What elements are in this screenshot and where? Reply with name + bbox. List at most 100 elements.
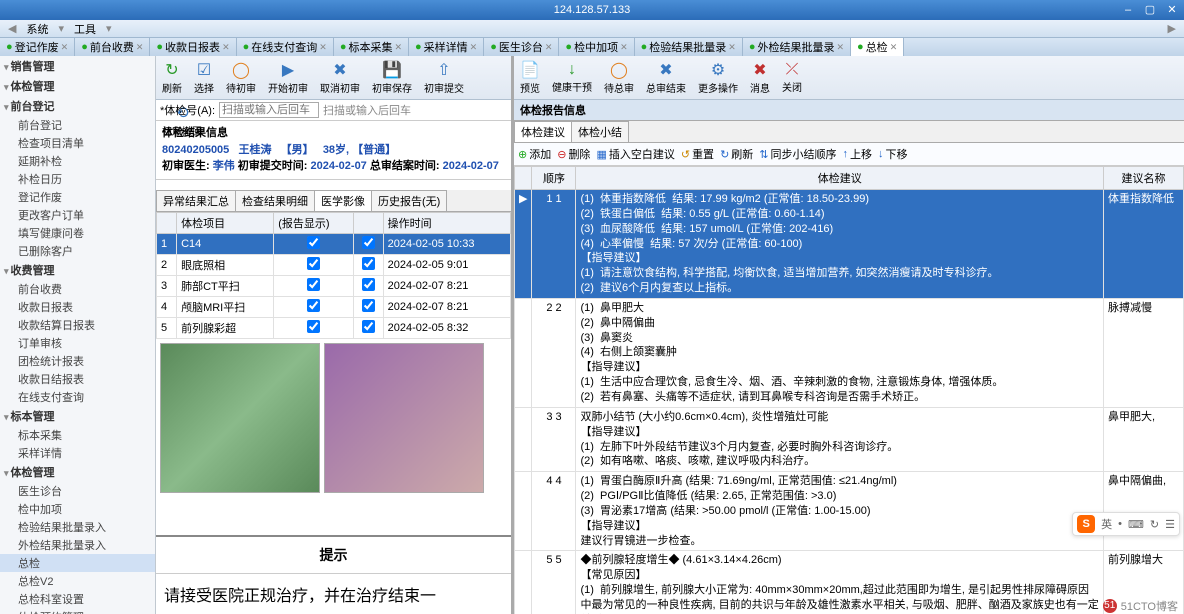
toolbar-预览[interactable]: 📄预览 [516,58,544,97]
center-tab[interactable]: 医学影像 [314,190,372,211]
maximize-button[interactable]: ▢ [1140,0,1160,18]
add-icon: ⊕ [518,148,527,161]
tree-item[interactable]: 延期补检 [0,152,155,170]
tree-item[interactable]: 检查项目清单 [0,134,155,152]
action-down[interactable]: ↓下移 [878,146,908,162]
toolbar-刷新[interactable]: ↻刷新 [158,58,186,97]
report-tab[interactable]: 体检建议 [514,121,572,142]
tree-category[interactable]: 销售管理 [0,56,155,76]
tree-item[interactable]: 订单审核 [0,334,155,352]
recommendation-row[interactable]: ▶1 1(1) 体重指数降低 结果: 17.99 kg/m2 (正常值: 18.… [515,190,1184,299]
tree-item[interactable]: 收款日结报表 [0,370,155,388]
doc-tab[interactable]: ●总检✕ [851,38,904,56]
recommendation-table[interactable]: 顺序体检建议建议名称▶1 1(1) 体重指数降低 结果: 17.99 kg/m2… [514,166,1184,614]
nav-back-icon[interactable]: ◀ [4,22,20,35]
nav-fwd-icon[interactable]: ▶ [1164,22,1180,35]
tree-item[interactable]: 收款日报表 [0,298,155,316]
doc-tab[interactable]: ●收款日报表✕ [150,38,236,56]
action-refresh[interactable]: ↻刷新 [720,146,753,162]
tree-item[interactable]: 检验结果批量录入 [0,518,155,536]
medical-image-1[interactable] [160,343,320,493]
menu-system[interactable]: 系统 [22,21,52,37]
toolbar-开始初审[interactable]: ▶开始初审 [264,58,312,97]
close-button[interactable]: ✕ [1162,0,1182,18]
tree-item[interactable]: 在线支付查询 [0,388,155,406]
sogou-icon[interactable]: S [1077,515,1095,533]
grid-row[interactable]: 2眼底照相2024-02-05 9:01 [157,254,511,275]
center-tab[interactable]: 历史报告(无) [371,190,447,211]
tree-item[interactable]: 前台收费 [0,280,155,298]
recommendation-row[interactable]: 3 3双肺小结节 (大小约0.6cm×0.4cm), 炎性增殖灶可能 【指导建议… [515,407,1184,471]
report-tab[interactable]: 体检小结 [571,121,629,142]
tree-item[interactable]: 更改客户订单 [0,206,155,224]
minimize-button[interactable]: – [1118,0,1138,18]
toolbar-关闭[interactable]: ⤫关闭 [778,59,806,96]
toolbar-待总审[interactable]: ◯待总审 [600,58,638,97]
menu-tools[interactable]: 工具 [70,21,100,37]
grid-row[interactable]: 3肺部CT平扫2024-02-07 8:21 [157,275,511,296]
doc-tab[interactable]: ●登记作废✕ [0,38,75,56]
doc-tab[interactable]: ●医生诊台✕ [484,38,559,56]
medical-image-2[interactable] [324,343,484,493]
tree-item[interactable]: 填写健康问卷 [0,224,155,242]
toolbar-初审提交[interactable]: ⇧初审提交 [420,58,468,97]
ime-refresh-icon[interactable]: ↻ [1150,518,1159,531]
toolbar-更多操作[interactable]: ⚙更多操作 [694,58,742,97]
tree-category[interactable]: 体检管理 [0,76,155,96]
ime-lang[interactable]: 英 [1101,516,1112,532]
action-reset[interactable]: ↺重置 [681,146,714,162]
ime-settings-icon[interactable]: ☰ [1165,518,1175,531]
doc-tab[interactable]: ●检中加项✕ [559,38,634,56]
doc-tab[interactable]: ●检验结果批量录✕ [635,38,743,56]
action-up[interactable]: ↑上移 [843,146,873,162]
toolbar-选择[interactable]: ☑选择 [190,58,218,97]
toolbar-待初审[interactable]: ◯待初审 [222,58,260,97]
doc-tab[interactable]: ●标本采集✕ [334,38,409,56]
recommendation-row[interactable]: 2 2(1) 鼻甲肥大 (2) 鼻中隔偏曲 (3) 鼻窦炎 (4) 右侧上颌窦囊… [515,298,1184,407]
tree-item[interactable]: 医生诊台 [0,482,155,500]
tree-item[interactable]: 采样详情 [0,444,155,462]
tree-item[interactable]: 已删除客户 [0,242,155,260]
tree-item[interactable]: 前台登记 [0,116,155,134]
navigation-tree[interactable]: 销售管理体检管理前台登记前台登记检查项目清单延期补检补检日历登记作废更改客户订单… [0,56,156,614]
exam-grid[interactable]: 体检项目(报告显示)操作时间1C142024-02-05 10:332眼底照相2… [156,212,511,339]
ime-mic-icon[interactable]: • [1118,518,1122,530]
tree-item[interactable]: 体检预约管理 [0,608,155,614]
toolbar-取消初审[interactable]: ✖取消初审 [316,58,364,97]
search-input[interactable] [219,102,319,118]
center-tab[interactable]: 检查结果明细 [235,190,315,211]
ime-kbd-icon[interactable]: ⌨ [1128,518,1144,531]
action-del[interactable]: ⊖删除 [557,146,590,162]
toolbar-初审保存[interactable]: 💾初审保存 [368,58,416,97]
tree-item[interactable]: 登记作废 [0,188,155,206]
toolbar-消息[interactable]: ✖消息 [746,58,774,97]
action-blank[interactable]: ▦插入空白建议 [596,146,674,162]
action-add[interactable]: ⊕添加 [518,146,551,162]
action-sync[interactable]: ⇅同步小结顺序 [759,146,836,162]
tree-category[interactable]: 收费管理 [0,260,155,280]
recommendation-row[interactable]: 5 5◆前列腺轻度增生◆ (4.61×3.14×4.26cm) 【常见原因】 (… [515,551,1184,614]
grid-row[interactable]: 1C142024-02-05 10:33 [157,233,511,254]
toolbar-健康干预[interactable]: ↓健康干预 [548,59,596,96]
grid-row[interactable]: 5前列腺彩超2024-02-05 8:32 [157,317,511,338]
tree-item[interactable]: 标本采集 [0,426,155,444]
ime-toolbar[interactable]: S 英 • ⌨ ↻ ☰ [1072,512,1180,536]
tree-item[interactable]: 补检日历 [0,170,155,188]
tree-category[interactable]: 标本管理 [0,406,155,426]
tree-item[interactable]: 总检 [0,554,155,572]
doc-tab[interactable]: ●在线支付查询✕ [237,38,334,56]
tree-item[interactable]: 总检V2 [0,572,155,590]
tree-item[interactable]: 总检科室设置 [0,590,155,608]
tree-item[interactable]: 外检结果批量录入 [0,536,155,554]
doc-tab[interactable]: ●前台收费✕ [75,38,150,56]
grid-row[interactable]: 4颅脑MRI平扫2024-02-07 8:21 [157,296,511,317]
doc-tab[interactable]: ●采样详情✕ [409,38,484,56]
tree-item[interactable]: 团检统计报表 [0,352,155,370]
tree-item[interactable]: 检中加项 [0,500,155,518]
tree-category[interactable]: 前台登记 [0,96,155,116]
center-tab[interactable]: 异常结果汇总 [156,190,236,211]
tree-item[interactable]: 收款结算日报表 [0,316,155,334]
tree-category[interactable]: 体检管理 [0,462,155,482]
toolbar-总审结束[interactable]: ✖总审结束 [642,58,690,97]
doc-tab[interactable]: ●外检结果批量录✕ [743,38,851,56]
